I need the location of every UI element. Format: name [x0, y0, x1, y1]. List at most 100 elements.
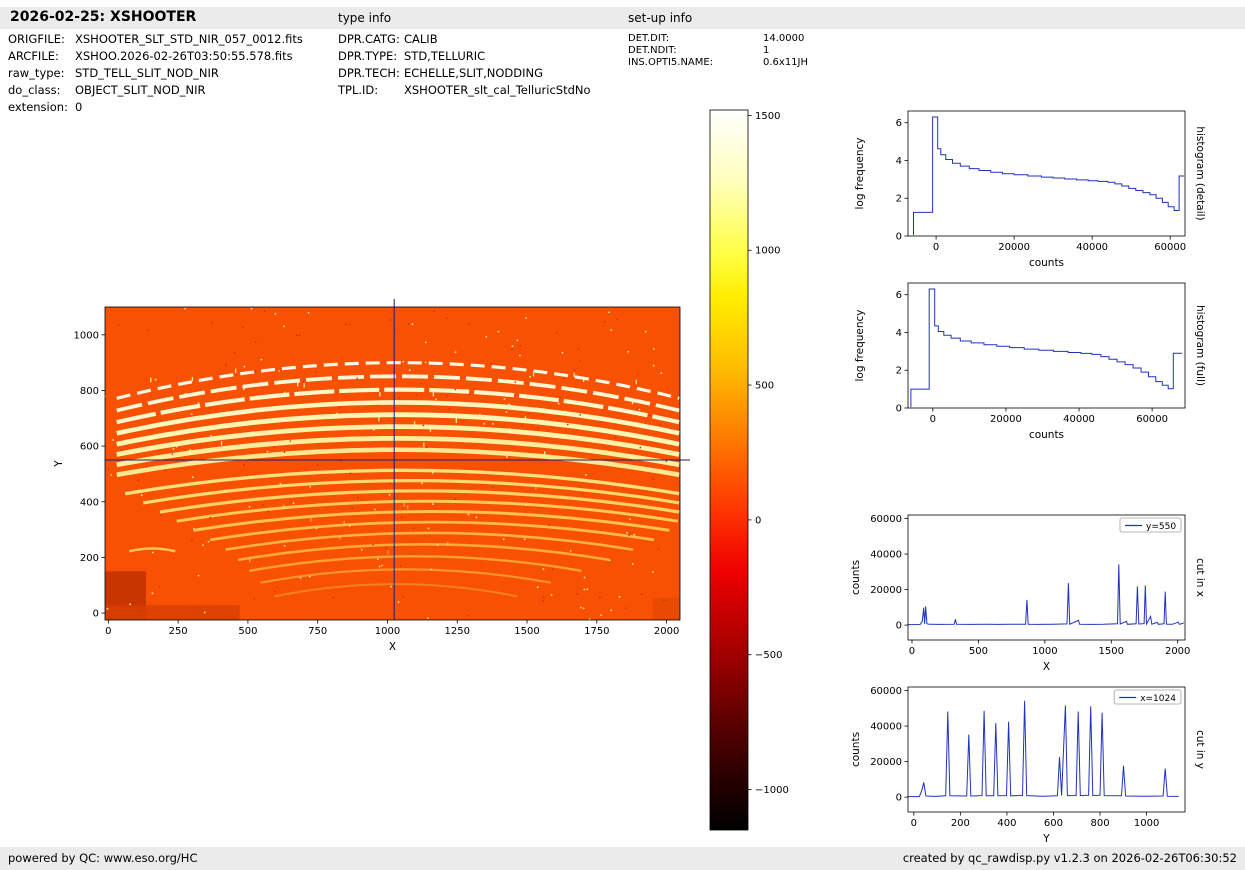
svg-text:−1000: −1000 — [755, 785, 789, 796]
svg-text:histogram (full): histogram (full) — [1194, 305, 1206, 386]
setup-info-block: DET.DIT: 14.0000 DET.NDIT: 1 INS.OPTI5.NAM… — [628, 33, 808, 69]
svg-text:counts: counts — [850, 560, 862, 595]
svg-text:log frequency: log frequency — [854, 309, 866, 381]
svg-text:600: 600 — [1044, 818, 1063, 829]
field-label: do_class: — [8, 83, 61, 97]
field-value: STD_TELL_SLIT_NOD_NIR — [75, 66, 219, 80]
type-info-heading: type info — [338, 11, 392, 25]
field-label: DPR.TECH: — [338, 66, 400, 80]
svg-text:60000: 60000 — [870, 514, 902, 525]
setup-info-row: DET.NDIT: 1 — [628, 45, 808, 57]
svg-text:60000: 60000 — [1136, 414, 1168, 425]
field-value: XSHOOTER_SLT_STD_NIR_057_0012.fits — [75, 32, 303, 46]
field-label: DET.DIT: — [628, 33, 670, 44]
file-info-row: ARCFILE: XSHOO.2026-02-26T03:50:55.578.fi… — [8, 48, 303, 65]
svg-text:40000: 40000 — [870, 722, 902, 733]
svg-text:2: 2 — [896, 366, 902, 377]
svg-text:1750: 1750 — [584, 626, 609, 637]
svg-text:Y: Y — [53, 460, 65, 468]
svg-text:500: 500 — [969, 646, 988, 657]
svg-text:2000: 2000 — [1165, 646, 1190, 657]
type-info-row: TPL.ID: XSHOOTER_slt_cal_TelluricStdNo — [338, 82, 591, 99]
field-value: 1 — [763, 45, 770, 56]
svg-text:250: 250 — [169, 626, 188, 637]
raw-image-plot: 0 250 500 750 1000 1250 1500 1750 2000 0 200 400 600… — [48, 290, 708, 676]
field-value: XSHOOTER_slt_cal_TelluricStdNo — [404, 83, 591, 97]
svg-text:40000: 40000 — [1063, 414, 1095, 425]
svg-text:cut in y: cut in y — [1194, 730, 1206, 769]
file-info-row: extension: 0 — [8, 99, 303, 116]
svg-text:1500: 1500 — [755, 111, 780, 122]
field-label: raw_type: — [8, 66, 65, 80]
svg-text:cut in x: cut in x — [1194, 558, 1206, 597]
field-value: 14.0000 — [763, 33, 805, 44]
footer-powered-by: powered by QC: www.eso.org/HC — [8, 851, 198, 865]
field-value: ECHELLE,SLIT,NODDING — [404, 66, 543, 80]
type-info-row: DPR.TECH: ECHELLE,SLIT,NODDING — [338, 65, 591, 82]
svg-text:0: 0 — [105, 626, 111, 637]
svg-text:1500: 1500 — [1099, 646, 1124, 657]
svg-text:0: 0 — [933, 242, 939, 253]
svg-text:600: 600 — [80, 442, 99, 453]
svg-text:0: 0 — [755, 515, 761, 526]
header-bar: 2026-02-25: XSHOOTER type info set-up in… — [0, 7, 1245, 29]
svg-text:1250: 1250 — [445, 626, 470, 637]
svg-text:20000: 20000 — [870, 757, 902, 768]
field-value: OBJECT_SLIT_NOD_NIR — [75, 83, 206, 97]
svg-text:y=550: y=550 — [1146, 522, 1176, 532]
type-info-row: DPR.CATG: CALIB — [338, 31, 591, 48]
svg-text:1000: 1000 — [1032, 646, 1057, 657]
svg-text:6: 6 — [896, 290, 902, 301]
svg-text:500: 500 — [238, 626, 257, 637]
field-label: DPR.CATG: — [338, 32, 400, 46]
field-label: DPR.TYPE: — [338, 49, 398, 63]
svg-text:0: 0 — [896, 404, 902, 415]
svg-text:0: 0 — [930, 414, 936, 425]
colorbar: 1500 1000 500 0 −500 −1000 — [705, 103, 815, 852]
qc-report-page: 2026-02-25: XSHOOTER type info set-up in… — [0, 0, 1245, 870]
setup-info-row: INS.OPTI5.NAME: 0.6x11JH — [628, 57, 808, 69]
field-label: TPL.ID: — [338, 83, 379, 97]
field-label: extension: — [8, 100, 68, 114]
svg-text:60000: 60000 — [870, 686, 902, 697]
svg-text:0: 0 — [93, 609, 99, 620]
svg-text:X: X — [389, 641, 396, 653]
file-info-row: ORIGFILE: XSHOOTER_SLT_STD_NIR_057_0012.f… — [8, 31, 303, 48]
cut-in-y-plot: 0 200 400 600 800 1000 0 20000 40000 60000 Ycounts… — [845, 676, 1245, 860]
svg-text:200: 200 — [80, 553, 99, 564]
svg-text:counts: counts — [1029, 257, 1064, 269]
svg-text:400: 400 — [997, 818, 1016, 829]
file-info-row: do_class: OBJECT_SLIT_NOD_NIR — [8, 82, 303, 99]
svg-text:Y: Y — [1042, 833, 1050, 845]
field-value: STD,TELLURIC — [404, 49, 486, 63]
file-info-row: raw_type: STD_TELL_SLIT_NOD_NIR — [8, 65, 303, 82]
histogram-detail-plot: 0 20000 40000 60000 0 2 4 6 counts log frequency h… — [845, 100, 1245, 284]
footer-bar: powered by QC: www.eso.org/HC created by… — [0, 847, 1245, 870]
svg-text:histogram (detail): histogram (detail) — [1194, 126, 1206, 220]
svg-text:1000: 1000 — [1134, 818, 1159, 829]
svg-text:−500: −500 — [755, 650, 782, 661]
svg-text:750: 750 — [308, 626, 327, 637]
field-value: 0.6x11JH — [763, 57, 809, 68]
svg-text:0: 0 — [896, 793, 902, 804]
svg-text:2: 2 — [896, 194, 902, 205]
field-label: INS.OPTI5.NAME: — [628, 57, 714, 68]
file-info-block: ORIGFILE: XSHOOTER_SLT_STD_NIR_057_0012.f… — [8, 31, 303, 116]
page-title: 2026-02-25: XSHOOTER — [10, 9, 197, 25]
svg-text:counts: counts — [1029, 429, 1064, 441]
histogram-full-plot: 0 20000 40000 60000 0 2 4 6 counts log frequency h… — [845, 272, 1245, 456]
svg-text:0: 0 — [909, 646, 915, 657]
svg-text:800: 800 — [1090, 818, 1109, 829]
field-label: ARCFILE: — [8, 49, 59, 63]
type-info-block: DPR.CATG: CALIB DPR.TYPE: STD,TELLURIC DPR… — [338, 31, 591, 99]
svg-text:0: 0 — [896, 621, 902, 632]
svg-text:200: 200 — [951, 818, 970, 829]
svg-text:800: 800 — [80, 386, 99, 397]
svg-text:20000: 20000 — [990, 414, 1022, 425]
type-info-row: DPR.TYPE: STD,TELLURIC — [338, 48, 591, 65]
setup-info-row: DET.DIT: 14.0000 — [628, 33, 808, 45]
field-value: CALIB — [404, 32, 438, 46]
svg-text:1000: 1000 — [755, 246, 780, 257]
field-label: ORIGFILE: — [8, 32, 65, 46]
svg-text:1000: 1000 — [375, 626, 400, 637]
